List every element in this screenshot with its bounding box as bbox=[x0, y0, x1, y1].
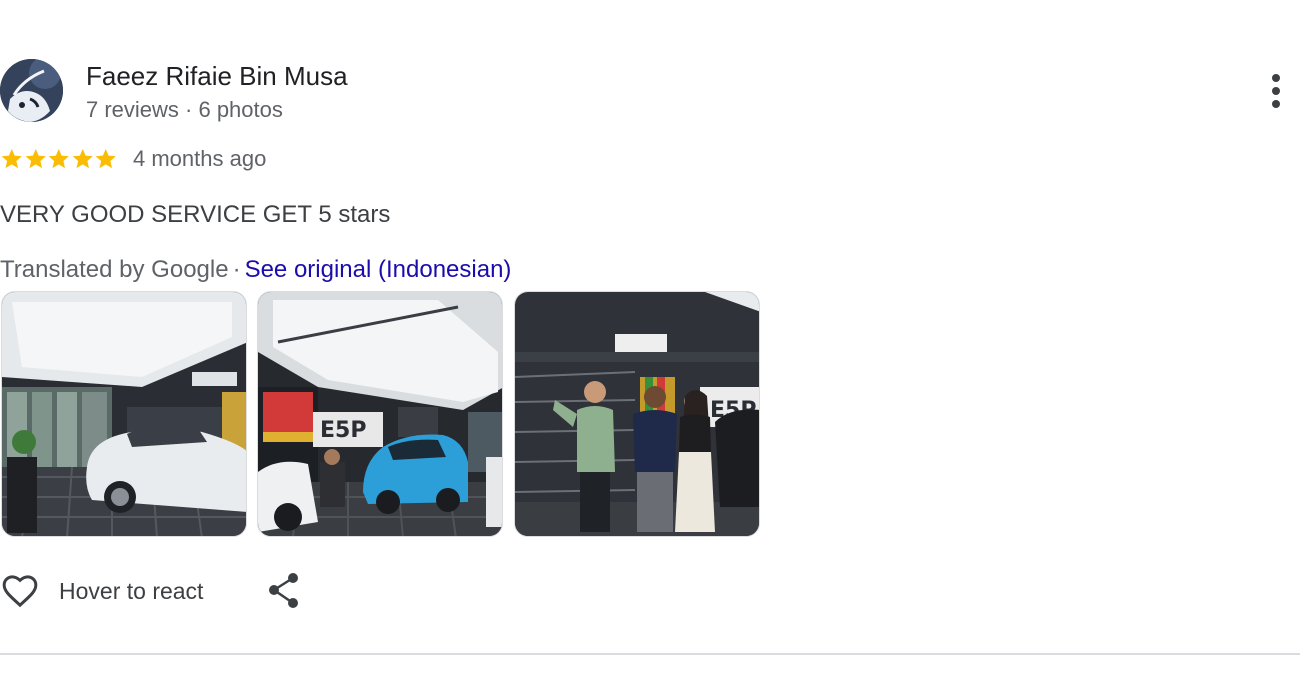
review-photo-2[interactable]: E5P bbox=[257, 291, 503, 537]
translated-by-label: Translated by Google bbox=[0, 256, 229, 283]
see-original-link[interactable]: See original (Indonesian) bbox=[245, 256, 512, 283]
react-label: Hover to react bbox=[59, 577, 204, 604]
react-button[interactable]: Hover to react bbox=[0, 571, 203, 611]
star-icon bbox=[25, 149, 46, 169]
more-options-dot bbox=[1272, 100, 1280, 108]
avatar[interactable] bbox=[0, 59, 63, 122]
star-icon bbox=[72, 149, 93, 169]
more-options-button[interactable] bbox=[1262, 70, 1290, 112]
star-icon bbox=[48, 149, 69, 169]
star-icon bbox=[95, 149, 116, 169]
share-button[interactable] bbox=[265, 571, 303, 611]
review-text: VERY GOOD SERVICE GET 5 stars bbox=[0, 201, 391, 228]
reviewer-stats[interactable]: 7 reviews · 6 photos bbox=[86, 96, 283, 124]
review-photo-3[interactable]: E5P bbox=[514, 291, 760, 537]
star-rating bbox=[0, 146, 118, 172]
review-card: Faeez Rifaie Bin Musa 7 reviews · 6 phot… bbox=[0, 0, 1300, 700]
separator: · bbox=[232, 256, 241, 283]
review-time: 4 months ago bbox=[133, 146, 267, 171]
svg-text:E5P: E5P bbox=[320, 418, 366, 443]
more-options-dot bbox=[1272, 87, 1280, 95]
translation-line: Translated by Google · See original (Indon… bbox=[0, 254, 511, 286]
share-icon bbox=[269, 573, 298, 608]
heart-icon bbox=[2, 575, 38, 608]
divider bbox=[0, 653, 1300, 655]
reviewer-name[interactable]: Faeez Rifaie Bin Musa bbox=[86, 59, 348, 93]
review-photo-1[interactable] bbox=[1, 291, 247, 537]
star-icon bbox=[1, 149, 22, 169]
more-options-icon bbox=[1272, 74, 1280, 82]
